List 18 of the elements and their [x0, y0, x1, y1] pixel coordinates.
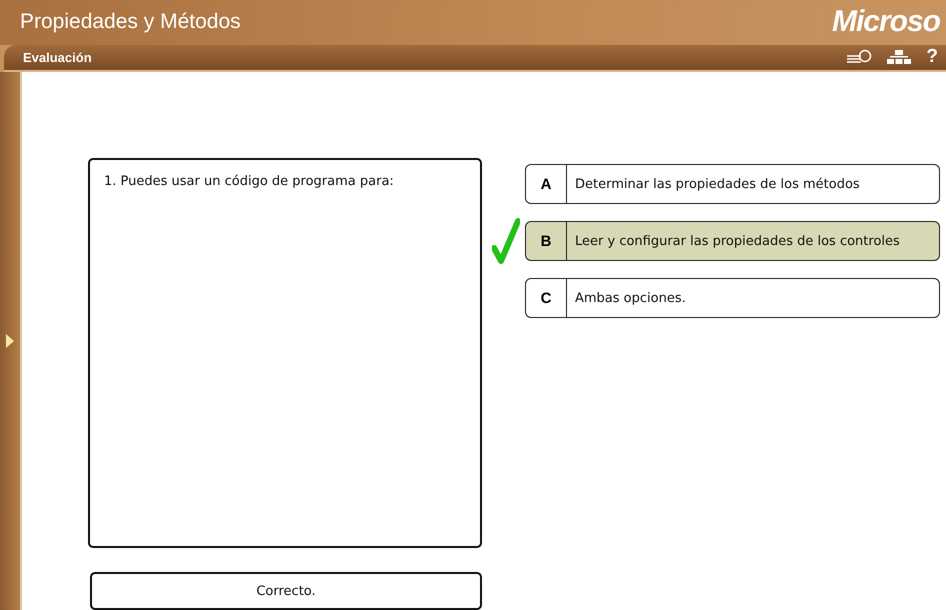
option-letter: B	[526, 222, 567, 260]
logo-text: Microso	[832, 5, 940, 40]
page-title: Propiedades y Métodos	[20, 10, 241, 34]
option-text: Ambas opciones.	[574, 290, 686, 308]
sitemap-icon[interactable]	[886, 49, 912, 66]
answer-option[interactable]: C Ambas opciones.	[525, 278, 940, 318]
answer-option[interactable]: B Leer y configurar las propiedades de los controles	[525, 221, 940, 261]
feedback-text: Correcto.	[90, 572, 482, 610]
expand-arrow-icon[interactable]	[6, 334, 14, 348]
section-title: Evaluación	[23, 50, 92, 65]
question-text: 1. Puedes usar un código de programa para:	[104, 174, 395, 189]
option-text: Leer y configurar las propiedades de los controles	[574, 233, 900, 251]
help-button[interactable]: ?	[926, 46, 938, 68]
answer-option[interactable]: A Determinar las propiedades de los métodos	[525, 164, 940, 204]
option-text: Determinar las propiedades de los métodos	[574, 176, 860, 194]
checkmark-icon	[492, 218, 520, 264]
option-letter: C	[526, 279, 567, 317]
option-letter: A	[526, 165, 567, 203]
